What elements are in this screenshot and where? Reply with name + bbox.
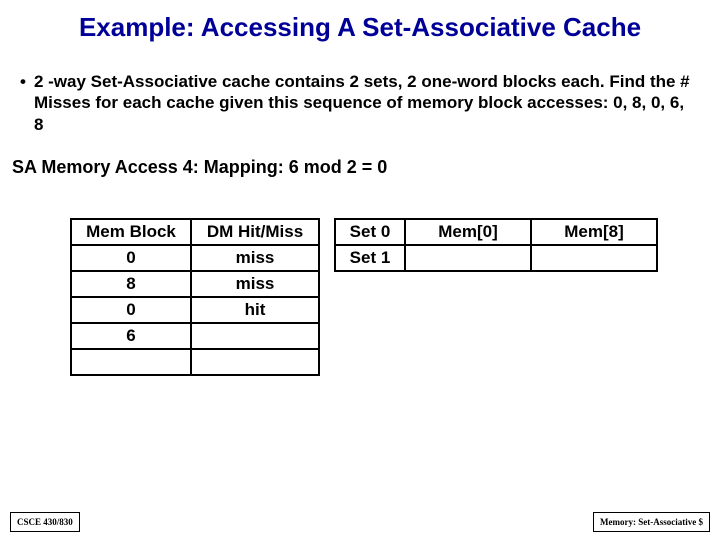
col-header: DM Hit/Miss [191, 219, 319, 245]
set-table: Set 0 Mem[0] Mem[8] Set 1 [334, 218, 658, 272]
footer-right: Memory: Set-Associative $ [593, 512, 710, 532]
table-row: 0 hit [71, 297, 319, 323]
cell [405, 245, 531, 271]
slide-title: Example: Accessing A Set-Associative Cac… [0, 0, 720, 43]
table-row: 8 miss [71, 271, 319, 297]
cell: Mem[8] [531, 219, 657, 245]
cell: miss [191, 245, 319, 271]
footer-left: CSCE 430/830 [10, 512, 80, 532]
table-row [71, 349, 319, 375]
cell: miss [191, 271, 319, 297]
cell: Set 1 [335, 245, 405, 271]
cell [531, 245, 657, 271]
cell: 6 [71, 323, 191, 349]
footer: CSCE 430/830 Memory: Set-Associative $ [0, 512, 720, 532]
cell: Set 0 [335, 219, 405, 245]
bullet-text: 2 -way Set-Associative cache contains 2 … [34, 71, 690, 135]
cell: Mem[0] [405, 219, 531, 245]
memblock-table: Mem Block DM Hit/Miss 0 miss 8 miss 0 hi… [70, 218, 320, 376]
cell [191, 349, 319, 375]
cell [191, 323, 319, 349]
cell: 0 [71, 297, 191, 323]
table-row: 6 [71, 323, 319, 349]
table-row: Mem Block DM Hit/Miss [71, 219, 319, 245]
tables-area: Mem Block DM Hit/Miss 0 miss 8 miss 0 hi… [0, 178, 720, 376]
cell [71, 349, 191, 375]
cell: 0 [71, 245, 191, 271]
access-line: SA Memory Access 4: Mapping: 6 mod 2 = 0 [0, 135, 720, 178]
table-row: 0 miss [71, 245, 319, 271]
table-row: Set 1 [335, 245, 657, 271]
cell: hit [191, 297, 319, 323]
cell: 8 [71, 271, 191, 297]
bullet-dot: • [20, 71, 34, 92]
table-row: Set 0 Mem[0] Mem[8] [335, 219, 657, 245]
bullet-block: • 2 -way Set-Associative cache contains … [0, 43, 720, 135]
col-header: Mem Block [71, 219, 191, 245]
